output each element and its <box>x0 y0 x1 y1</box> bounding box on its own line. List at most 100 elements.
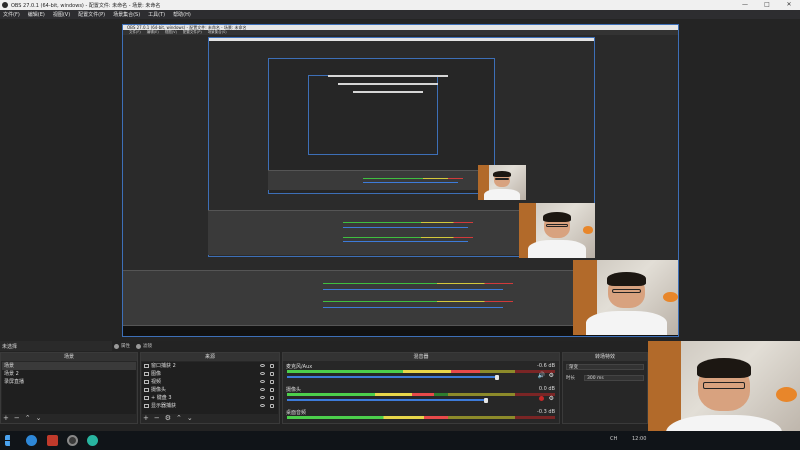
scenes-panel: 场景 场景 场景 2 录屏直播 + − ⌃ ⌄ <box>0 352 138 424</box>
lock-icon[interactable] <box>270 380 274 384</box>
source-item[interactable]: 视频 <box>142 378 278 386</box>
source-item[interactable]: 窗口捕获 2 <box>142 362 278 370</box>
channel-name: 桌面音频 <box>286 410 307 416</box>
volume-knob[interactable] <box>484 397 489 403</box>
tool-icon[interactable] <box>47 435 58 446</box>
eye-icon[interactable] <box>260 404 265 407</box>
image-icon <box>144 372 149 376</box>
monitor-icon <box>144 404 149 408</box>
move-up-button[interactable]: ⌃ <box>25 415 31 422</box>
lock-icon[interactable] <box>270 396 274 400</box>
scenes-toolbar: + − ⌃ ⌄ <box>3 415 47 422</box>
remove-scene-button[interactable]: − <box>14 415 20 422</box>
menu-scene-collection[interactable]: 场景集合(S) <box>113 11 140 18</box>
filters-button[interactable]: 滤镜 <box>136 342 152 350</box>
mute-icon[interactable] <box>539 396 544 401</box>
nested-slider <box>343 241 468 242</box>
speaker-icon[interactable]: 🔊 <box>538 372 545 379</box>
duration-row: 时长 300 ms <box>566 374 644 381</box>
source-label: 视频 <box>151 379 162 385</box>
duration-input[interactable]: 300 ms <box>584 374 644 381</box>
camera-icon <box>144 388 149 392</box>
gear-icon[interactable]: ⚙ <box>549 372 554 379</box>
properties-button-label: 属性 <box>121 344 130 349</box>
minimize-button[interactable]: — <box>734 0 756 10</box>
window-icon <box>144 364 149 368</box>
nested-stripe <box>353 91 423 93</box>
nested-menu-item: 场景集合(S) <box>207 30 227 34</box>
duration-label: 时长 <box>566 375 575 381</box>
scene-item[interactable]: 场景 2 <box>2 370 136 378</box>
channel-name: 摄像头 <box>286 387 302 393</box>
eye-icon[interactable] <box>260 388 265 391</box>
window-controls: — □ ✕ <box>734 0 800 10</box>
channel-db: -0.3 dB <box>537 409 555 415</box>
move-down-button[interactable]: ⌄ <box>187 415 193 422</box>
obs-logo-icon <box>2 2 8 8</box>
transitions-body: 渐变 时长 300 ms <box>564 362 646 422</box>
sources-list: 窗口捕获 2 图像 视频 摄像头 + 键盘 3 显示器捕获 <box>142 362 278 414</box>
eye-icon[interactable] <box>260 396 265 399</box>
nested-meter <box>323 283 513 284</box>
lock-icon[interactable] <box>270 364 274 368</box>
clock[interactable]: 12:00 <box>632 436 646 442</box>
menu-profile[interactable]: 配置文件(P) <box>78 11 105 18</box>
close-button[interactable]: ✕ <box>778 0 800 10</box>
scene-item[interactable]: 录屏直播 <box>2 378 136 386</box>
menu-file[interactable]: 文件(F) <box>3 11 20 18</box>
menu-view[interactable]: 视图(V) <box>53 11 70 18</box>
lock-icon[interactable] <box>270 404 274 408</box>
sources-title: 来源 <box>141 353 279 361</box>
source-item[interactable]: 图像 <box>142 370 278 378</box>
source-item[interactable]: 摄像头 <box>142 386 278 394</box>
channel-name: 麦克风/Aux <box>286 364 313 370</box>
nested-menu-item: 文件(F) <box>129 30 141 34</box>
add-scene-button[interactable]: + <box>3 415 9 422</box>
current-scene-label: 未选择 <box>2 344 18 350</box>
add-source-button[interactable]: + <box>143 415 149 422</box>
lock-icon[interactable] <box>270 372 274 376</box>
nested-webcam <box>573 260 678 335</box>
menu-edit[interactable]: 编辑(E) <box>28 11 45 18</box>
volume-slider[interactable] <box>287 399 487 401</box>
input-method-indicator[interactable]: CH <box>610 436 617 442</box>
mixer-channel: 桌面音频 -0.3 dB <box>285 409 557 423</box>
move-down-button[interactable]: ⌄ <box>36 415 42 422</box>
move-up-button[interactable]: ⌃ <box>176 415 182 422</box>
keyboard-icon <box>144 396 149 400</box>
gear-icon[interactable]: ⚙ <box>549 395 554 402</box>
nested-slider <box>363 182 458 183</box>
window-title: OBS 27.0.1 (64-bit, windows) - 配置文件: 未命名… <box>11 3 161 9</box>
source-item[interactable]: 显示器捕获 <box>142 402 278 410</box>
transitions-title: 转场特效 <box>563 353 647 361</box>
menu-tools[interactable]: 工具(T) <box>148 11 165 18</box>
remove-source-button[interactable]: − <box>154 415 160 422</box>
maximize-button[interactable]: □ <box>756 0 778 10</box>
properties-button[interactable]: 属性 <box>114 342 130 350</box>
lock-icon[interactable] <box>270 388 274 392</box>
scenes-list: 场景 场景 2 录屏直播 <box>2 362 136 414</box>
video-icon <box>144 380 149 384</box>
windows-start-icon[interactable] <box>5 435 10 446</box>
window-titlebar: OBS 27.0.1 (64-bit, windows) - 配置文件: 未命名… <box>0 0 800 10</box>
nested-meter <box>343 237 473 238</box>
menu-help[interactable]: 帮助(H) <box>173 11 191 18</box>
scene-item[interactable]: 场景 <box>2 362 136 370</box>
mixer-title: 混音器 <box>283 353 559 361</box>
volume-slider[interactable] <box>287 376 498 378</box>
eye-icon[interactable] <box>260 380 265 383</box>
level-fill <box>287 393 435 396</box>
app-icon[interactable] <box>87 435 98 446</box>
volume-knob[interactable] <box>495 374 500 380</box>
browser-icon[interactable] <box>26 435 37 446</box>
obs-icon[interactable] <box>67 435 78 446</box>
source-settings-button[interactable]: ⚙ <box>165 415 171 422</box>
eye-icon[interactable] <box>260 372 265 375</box>
sources-toolbar: + − ⚙ ⌃ ⌄ <box>143 415 198 422</box>
preview-canvas[interactable]: OBS 27.0.1 (64-bit, windows) - 配置文件: 未命名… <box>122 24 679 337</box>
source-item[interactable]: + 键盘 3 <box>142 394 278 402</box>
nested-stripe <box>328 75 448 77</box>
gear-icon <box>114 343 119 349</box>
eye-icon[interactable] <box>260 364 265 367</box>
transition-select[interactable]: 渐变 <box>566 364 644 370</box>
